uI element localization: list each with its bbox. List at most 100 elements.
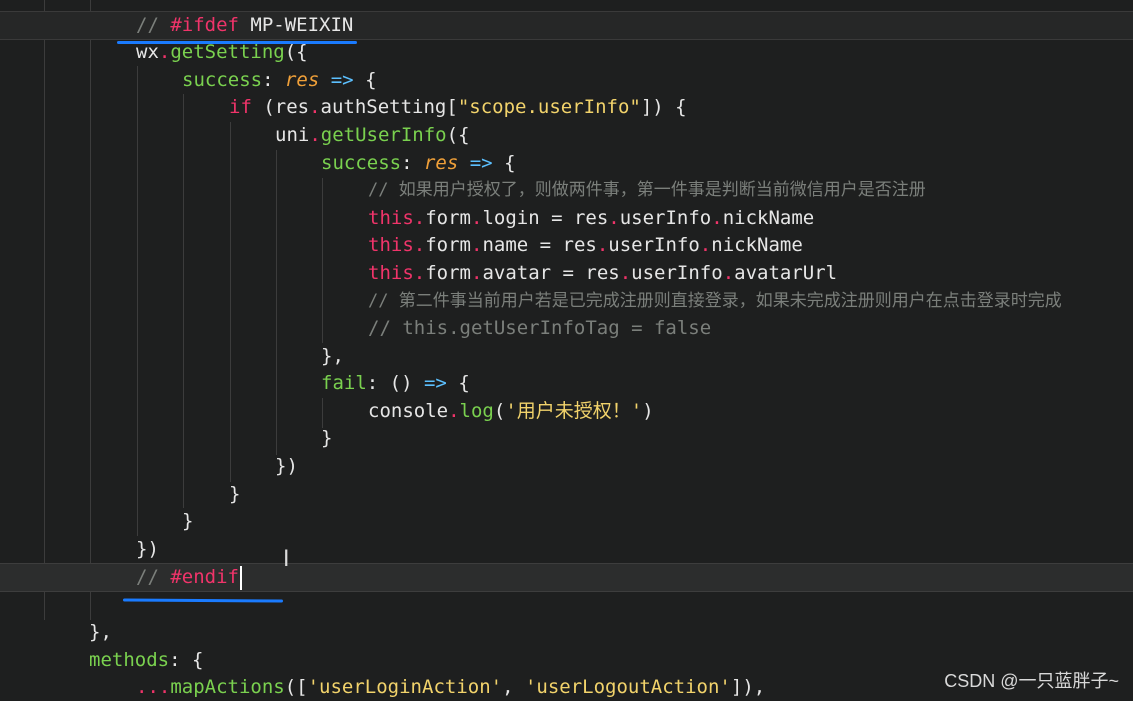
code-token: authSetting[	[320, 96, 458, 118]
code-token: .	[413, 262, 426, 284]
code-token: log	[459, 400, 494, 422]
code-token: if	[229, 96, 252, 118]
comment-token: // 第二件事当前用户若是已完成注册则直接登录，如果未完成注册则用户在点击登录时…	[368, 291, 1062, 311]
code-editor[interactable]: // #ifdef MP-WEIXIN wx.getSetting({ succ…	[0, 0, 1133, 701]
directive-token: #ifdef	[170, 14, 239, 36]
code-token: : {	[169, 649, 204, 671]
code-line[interactable]: // #ifdef MP-WEIXIN	[0, 11, 1133, 40]
code-token: .	[470, 234, 483, 256]
code-line[interactable]: if (res.authSetting["scope.userInfo"]) {	[0, 94, 1133, 121]
code-token: :	[401, 152, 424, 174]
code-token: wx	[136, 41, 159, 63]
annotation-underline	[122, 598, 284, 603]
code-line[interactable]: // 如果用户授权了，则做两件事，第一件事是判断当前微信用户是否注册	[0, 177, 1133, 204]
text-cursor	[239, 565, 242, 590]
code-token: ,	[502, 676, 525, 698]
code-token: .	[413, 234, 426, 256]
code-line[interactable]: })	[0, 536, 1133, 563]
code-line[interactable]: })	[0, 453, 1133, 480]
code-line[interactable]: },	[0, 343, 1133, 370]
code-token: }	[182, 510, 194, 532]
comment-token: // 如果用户授权了，则做两件事，第一件事是判断当前微信用户是否注册	[368, 180, 926, 200]
code-token: .	[722, 262, 735, 284]
code-token: )	[642, 400, 654, 422]
code-token: }	[229, 483, 241, 505]
code-line-current[interactable]: // #endif	[0, 563, 1133, 592]
code-line[interactable]: this.form.avatar = res.userInfo.avatarUr…	[0, 260, 1133, 287]
code-token: .	[596, 234, 609, 256]
code-token: ({	[446, 124, 470, 146]
code-token: 'userLogoutAction'	[524, 676, 731, 698]
code-token: userInfo	[631, 262, 723, 284]
code-token: =>	[458, 152, 505, 174]
code-token: ({	[284, 41, 308, 63]
code-token: login = res	[482, 207, 609, 229]
comment-token: //	[136, 14, 171, 36]
code-line[interactable]: fail: () => {	[0, 370, 1133, 397]
code-token: this	[368, 262, 414, 284]
code-token: form	[425, 207, 471, 229]
code-token: .	[309, 124, 321, 146]
code-token: },	[89, 621, 112, 643]
code-token: avatarUrl	[734, 262, 838, 284]
code-token: success	[182, 69, 263, 91]
code-token: 'userLoginAction'	[307, 676, 503, 698]
code-token: })	[275, 455, 298, 477]
code-line[interactable]: }	[0, 481, 1133, 508]
code-token: this	[368, 207, 414, 229]
code-token: =>	[423, 372, 447, 394]
code-token: getSetting	[170, 41, 285, 63]
code-token: form	[425, 234, 471, 256]
code-line[interactable]: uni.getUserInfo({	[0, 122, 1133, 149]
code-token: {	[504, 152, 516, 174]
code-token: .	[470, 207, 483, 229]
code-token: .	[619, 262, 632, 284]
code-line[interactable]: success: res => {	[0, 67, 1133, 94]
code-token: :	[262, 69, 285, 91]
code-token: (	[493, 400, 506, 422]
code-token: nickName	[722, 207, 815, 229]
code-token: ([	[284, 676, 308, 698]
code-line[interactable]: }	[0, 425, 1133, 452]
code-line[interactable]: // 第二件事当前用户若是已完成注册则直接登录，如果未完成注册则用户在点击登录时…	[0, 288, 1133, 315]
code-token: userInfo	[608, 234, 700, 256]
code-token: .	[608, 207, 620, 229]
code-token: userInfo	[619, 207, 712, 229]
code-token: :	[366, 372, 390, 394]
code-token: })	[136, 538, 159, 560]
code-token: name = res	[482, 234, 597, 256]
code-line[interactable]: console.log('用户未授权！')	[0, 398, 1133, 425]
code-token: ...	[136, 676, 171, 698]
code-token: (res	[251, 96, 310, 118]
code-line[interactable]: }	[0, 508, 1133, 535]
code-token: },	[321, 345, 344, 367]
code-token: '用户未授权！'	[505, 400, 643, 422]
code-token: .	[309, 96, 321, 118]
code-token: form	[425, 262, 471, 284]
code-line[interactable]: wx.getSetting({	[0, 39, 1133, 66]
ibeam-cursor-icon: I	[283, 547, 290, 572]
code-token: ]),	[730, 676, 766, 698]
code-token: uni	[275, 124, 310, 146]
code-token: fail	[321, 372, 367, 394]
code-line[interactable]: },	[0, 619, 1133, 646]
code-token: .	[699, 234, 712, 256]
code-token: }	[321, 427, 333, 449]
code-line[interactable]: // this.getUserInfoTag = false	[0, 315, 1133, 342]
watermark: CSDN @一只蓝胖子~	[944, 671, 1119, 691]
code-line[interactable]: this.form.name = res.userInfo.nickName	[0, 232, 1133, 259]
code-token: "scope.userInfo"	[457, 96, 641, 118]
code-token: .	[711, 207, 723, 229]
code-line[interactable]: this.form.login = res.userInfo.nickName	[0, 205, 1133, 232]
code-token: ()	[389, 372, 424, 394]
code-token: {	[365, 69, 377, 91]
code-token: .	[158, 41, 171, 63]
code-line[interactable]: success: res => {	[0, 150, 1133, 177]
code-token: this	[368, 234, 414, 256]
code-token: {	[446, 372, 470, 394]
code-token: .	[448, 400, 460, 422]
comment-token: // this.getUserInfoTag = false	[368, 317, 712, 339]
directive-token: #endif	[170, 566, 239, 588]
code-token: ]) {	[640, 96, 687, 118]
code-token: avatar = res	[482, 262, 620, 284]
